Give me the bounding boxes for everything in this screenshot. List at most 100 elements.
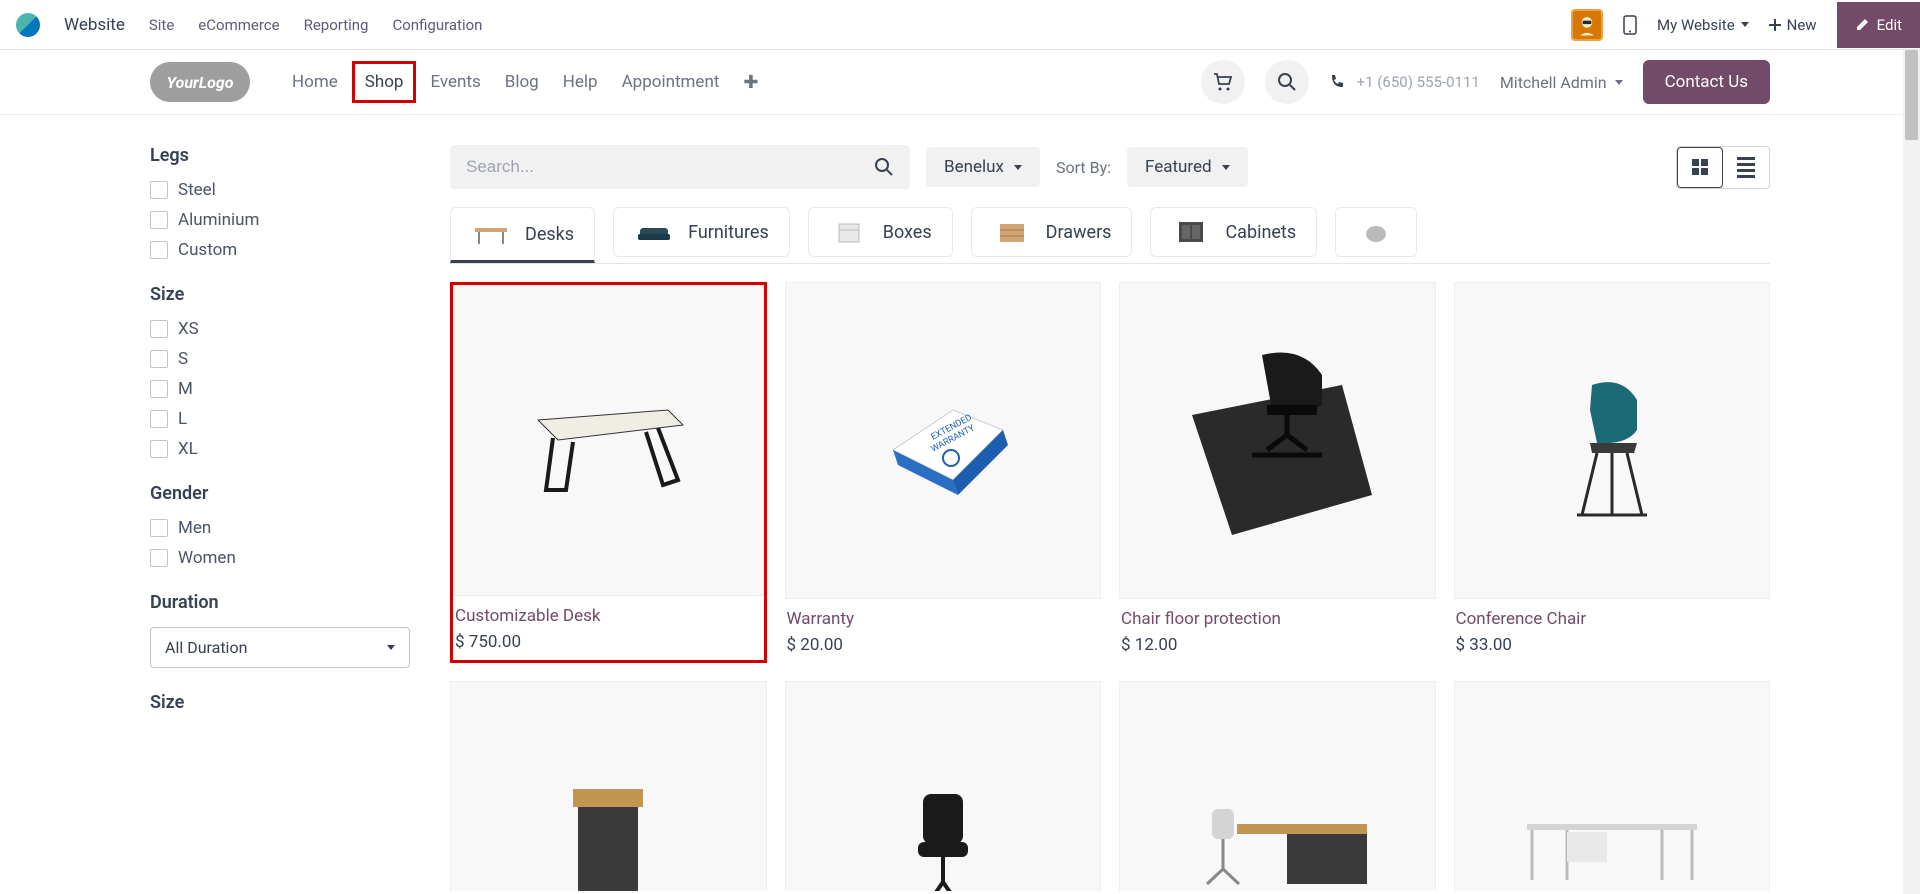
filter-option-label: L <box>178 409 187 429</box>
product-image[interactable] <box>1119 282 1436 599</box>
filter-option[interactable]: Custom <box>150 240 410 260</box>
filter-option[interactable]: M <box>150 379 410 399</box>
products-grid-row2 <box>450 681 1770 892</box>
nav-shop[interactable]: Shop <box>352 61 417 103</box>
product-card[interactable]: EXTENDEDWARRANTYWarranty$ 20.00 <box>785 282 1102 663</box>
cart-button[interactable] <box>1201 60 1245 104</box>
product-name[interactable]: Conference Chair <box>1454 609 1771 629</box>
product-name[interactable]: Chair floor protection <box>1119 609 1436 629</box>
category-tab[interactable]: Desks <box>450 207 595 263</box>
site-logo[interactable]: YourLogo <box>150 62 250 102</box>
mobile-preview-icon[interactable] <box>1623 15 1637 35</box>
filter-group: Duration All Duration <box>150 592 410 668</box>
phone-icon <box>1329 74 1345 90</box>
filter-title: Size <box>150 284 410 305</box>
category-thumb <box>829 218 869 246</box>
nav-events[interactable]: Events <box>420 64 490 100</box>
checkbox[interactable] <box>150 181 168 199</box>
search-input[interactable] <box>466 157 874 177</box>
grid-view-button[interactable] <box>1677 147 1723 188</box>
user-menu[interactable]: Mitchell Admin <box>1500 73 1623 92</box>
user-avatar[interactable] <box>1571 9 1603 41</box>
product-price: $ 750.00 <box>453 632 764 652</box>
checkbox[interactable] <box>150 519 168 537</box>
product-price: $ 12.00 <box>1119 635 1436 655</box>
filter-option[interactable]: XL <box>150 439 410 459</box>
filter-sidebar: LegsSteelAluminiumCustomSizeXSSMLXLGende… <box>150 145 410 891</box>
my-website-selector[interactable]: My Website <box>1657 16 1749 34</box>
category-label: Drawers <box>1046 222 1112 243</box>
filter-option[interactable]: Men <box>150 518 410 538</box>
checkbox[interactable] <box>150 549 168 567</box>
chevron-down-icon <box>387 645 395 650</box>
filter-option[interactable]: Aluminium <box>150 210 410 230</box>
product-name[interactable]: Customizable Desk <box>453 606 764 626</box>
checkbox[interactable] <box>150 440 168 458</box>
sort-selector[interactable]: Featured <box>1127 147 1248 187</box>
duration-select[interactable]: All Duration <box>150 627 410 668</box>
list-icon <box>1737 157 1755 178</box>
product-card[interactable] <box>450 681 767 892</box>
topnav-configuration[interactable]: Configuration <box>392 16 482 34</box>
checkbox[interactable] <box>150 410 168 428</box>
topnav-site[interactable]: Site <box>149 16 174 34</box>
product-card[interactable] <box>785 681 1102 892</box>
add-nav-item-icon[interactable]: ✚ <box>733 64 768 101</box>
app-name: Website <box>64 15 125 35</box>
checkbox[interactable] <box>150 380 168 398</box>
scrollbar[interactable] <box>1903 50 1920 894</box>
category-tab[interactable]: Boxes <box>808 207 953 257</box>
category-tab[interactable] <box>1335 207 1417 257</box>
category-tab[interactable]: Cabinets <box>1150 207 1317 257</box>
region-selector[interactable]: Benelux <box>926 147 1040 187</box>
filter-option[interactable]: Steel <box>150 180 410 200</box>
product-image[interactable]: EXTENDEDWARRANTY <box>785 282 1102 599</box>
edit-button[interactable]: Edit <box>1837 2 1920 48</box>
filter-option[interactable]: S <box>150 349 410 369</box>
new-button[interactable]: New <box>1769 16 1817 34</box>
product-card[interactable] <box>1119 681 1436 892</box>
filter-title: Duration <box>150 592 410 613</box>
product-card[interactable] <box>1454 681 1771 892</box>
product-card[interactable]: Conference Chair $ 33.00 <box>1454 282 1771 663</box>
app-logo <box>16 13 40 37</box>
product-price: $ 33.00 <box>1454 635 1771 655</box>
admin-topbar: Website Site eCommerce Reporting Configu… <box>0 0 1920 50</box>
view-toggle <box>1676 146 1770 189</box>
category-tab[interactable]: Drawers <box>971 207 1133 257</box>
sort-label: Sort By: <box>1056 158 1111 177</box>
filter-option[interactable]: L <box>150 409 410 429</box>
contact-us-button[interactable]: Contact Us <box>1643 60 1770 104</box>
product-name[interactable]: Warranty <box>785 609 1102 629</box>
products-grid: Customizable Desk $ 750.00 EXTENDEDWARRANT… <box>450 282 1770 663</box>
filter-option[interactable]: Women <box>150 548 410 568</box>
category-tabs: Desks Furnitures Boxes Drawers Cabinets <box>450 207 1770 264</box>
checkbox[interactable] <box>150 350 168 368</box>
category-thumb <box>1356 218 1396 246</box>
checkbox[interactable] <box>150 211 168 229</box>
chevron-down-icon <box>1615 80 1623 85</box>
nav-blog[interactable]: Blog <box>495 64 549 100</box>
product-card[interactable]: Customizable Desk $ 750.00 <box>450 282 767 663</box>
category-thumb <box>471 220 511 248</box>
search-button[interactable] <box>1265 60 1309 104</box>
filter-option[interactable]: XS <box>150 319 410 339</box>
list-view-button[interactable] <box>1723 147 1769 188</box>
filter-group: Size <box>150 692 410 713</box>
search-box[interactable] <box>450 145 910 189</box>
category-tab[interactable]: Furnitures <box>613 207 790 257</box>
checkbox[interactable] <box>150 241 168 259</box>
topnav-ecommerce[interactable]: eCommerce <box>198 16 279 34</box>
filter-option-label: XL <box>178 439 198 459</box>
scrollbar-thumb[interactable] <box>1905 50 1918 140</box>
product-image[interactable] <box>453 285 764 596</box>
filter-option-label: S <box>178 349 188 369</box>
product-image[interactable] <box>1454 282 1771 599</box>
checkbox[interactable] <box>150 320 168 338</box>
nav-home[interactable]: Home <box>282 64 348 100</box>
topnav-reporting[interactable]: Reporting <box>304 16 369 34</box>
product-card[interactable]: Chair floor protection $ 12.00 <box>1119 282 1436 663</box>
filter-title: Gender <box>150 483 410 504</box>
nav-appointment[interactable]: Appointment <box>612 64 730 100</box>
nav-help[interactable]: Help <box>553 64 608 100</box>
